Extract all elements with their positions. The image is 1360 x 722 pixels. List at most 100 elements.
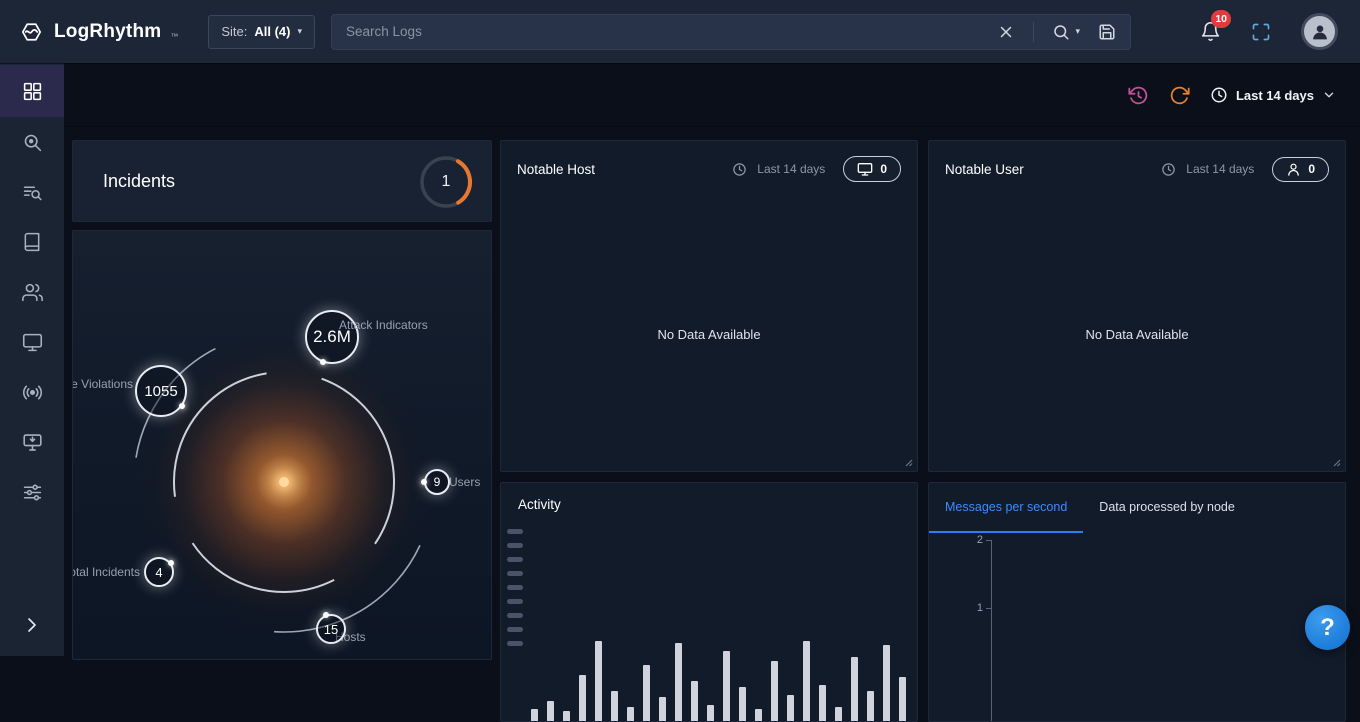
activity-bar [563,711,570,721]
clock-icon [732,162,747,177]
fullscreen-button[interactable] [1251,22,1271,42]
activity-title: Activity [518,497,561,512]
activity-bar [835,707,842,721]
site-value: All (4) [254,24,290,39]
tab-messages-per-second[interactable]: Messages per second [929,483,1083,533]
activity-bar [595,641,602,721]
resize-handle[interactable] [1331,457,1341,467]
clear-search-icon[interactable] [997,23,1015,41]
activity-bar [883,645,890,721]
orbit-connector-dot [320,359,326,365]
orbit-node-users[interactable]: 9 [424,469,450,495]
activity-bar [691,681,698,721]
activity-bar [579,675,586,721]
person-icon [1309,21,1331,43]
sidebar-item-networks[interactable] [0,367,64,417]
save-search-icon[interactable] [1098,23,1116,41]
search-box[interactable]: ▾ [331,14,1131,50]
dashboard-toolbar: Last 14 days [64,63,1360,127]
activity-bar [739,687,746,721]
notifications-button[interactable]: 10 [1200,21,1221,42]
notable-host-count-button[interactable]: 0 [843,156,901,182]
activity-bar [707,705,714,721]
help-button[interactable]: ? [1305,605,1350,650]
notable-host-empty-text: No Data Available [501,197,917,471]
chevron-down-icon: ▾ [297,26,302,37]
orbit-node-compliance-violations[interactable]: 1055 [135,365,187,417]
incidents-header-panel: Incidents 1 [72,140,492,222]
orbit-connector-dot [323,612,329,618]
node-value: 15 [324,622,338,637]
monitor-icon [857,161,873,177]
activity-bar [547,701,554,721]
activity-bar [851,657,858,721]
chevron-down-icon: ▾ [1075,26,1080,37]
y-axis [991,540,992,721]
person-icon [1286,162,1301,177]
sidebar-item-dashboard[interactable] [0,65,64,117]
sidebar-item-people[interactable] [0,267,64,317]
y-tick-label: 2 [963,534,983,546]
notable-user-count-button[interactable]: 0 [1272,157,1329,182]
activity-bar [643,665,650,721]
incidents-orbit-panel: 2.6M 1055 9 4 15 Attack Indicators Compl… [72,230,492,660]
restore-history-icon[interactable] [1128,85,1149,106]
notification-badge: 10 [1211,10,1231,28]
sidebar-item-settings[interactable] [0,467,64,517]
chevron-down-icon [1322,88,1336,102]
incidents-gauge-value: 1 [417,153,475,211]
node-value: 1055 [144,383,177,400]
clock-icon [1210,86,1228,104]
casebook-icon [22,232,42,252]
settings-sliders-icon [22,482,43,503]
resize-handle[interactable] [903,457,913,467]
incidents-title: Incidents [103,171,175,192]
orbit-label-users: Users [449,475,480,489]
y-tick-mark [986,540,991,541]
notable-user-empty-text: No Data Available [929,197,1345,471]
orbit-connector-dot [168,560,174,566]
notable-host-title: Notable Host [517,162,595,177]
brand-trademark: ™ [170,32,178,41]
orbit-label-attack-indicators: Attack Indicators [339,318,428,332]
activity-bar [755,709,762,721]
deployment-monitor-icon [22,432,43,453]
sidebar-item-deployment[interactable] [0,417,64,467]
notable-host-count: 0 [880,162,887,176]
orbit-connector-dot [179,403,185,409]
logrhythm-logo-icon [18,20,45,44]
site-selector[interactable]: Site: All (4) ▾ [208,15,315,49]
search-input[interactable] [346,24,997,39]
incidents-gauge[interactable]: 1 [417,153,475,211]
sidebar-item-hosts[interactable] [0,317,64,367]
activity-bar [787,695,794,721]
notable-user-count: 0 [1308,162,1315,176]
topbar-right: 10 [1200,13,1338,50]
orbit-label-total-incidents: Total Incidents [72,565,140,579]
dashboard-grid-icon [22,81,43,102]
activity-bar [771,661,778,721]
sidebar-item-searches[interactable] [0,167,64,217]
search-options-button[interactable]: ▾ [1052,23,1080,41]
activity-bar [867,691,874,721]
activity-bar [803,641,810,721]
orbit-connector-dot [421,479,427,485]
sidebar-item-investigate[interactable] [0,117,64,167]
sidebar-expand-button[interactable] [0,606,64,644]
orbit-node-hosts[interactable]: 15 [316,614,346,644]
search-divider [1033,22,1034,42]
sidebar [0,63,64,656]
activity-bar [531,709,538,721]
orbit-label-compliance-violations: Compliance Violations [72,377,133,391]
user-avatar[interactable] [1301,13,1338,50]
activity-panel: Activity [500,482,918,722]
notable-host-panel: Notable Host Last 14 days 0 No Data Avai… [500,140,918,472]
tab-data-processed-by-node[interactable]: Data processed by node [1083,483,1251,533]
activity-bar [611,691,618,721]
sidebar-item-cases[interactable] [0,217,64,267]
time-range-selector[interactable]: Last 14 days [1210,86,1336,104]
refresh-icon[interactable] [1169,85,1190,106]
logrhythm-logo: LogRhythm ™ [18,20,178,44]
node-value: 9 [434,475,441,489]
monitor-icon [22,332,43,353]
